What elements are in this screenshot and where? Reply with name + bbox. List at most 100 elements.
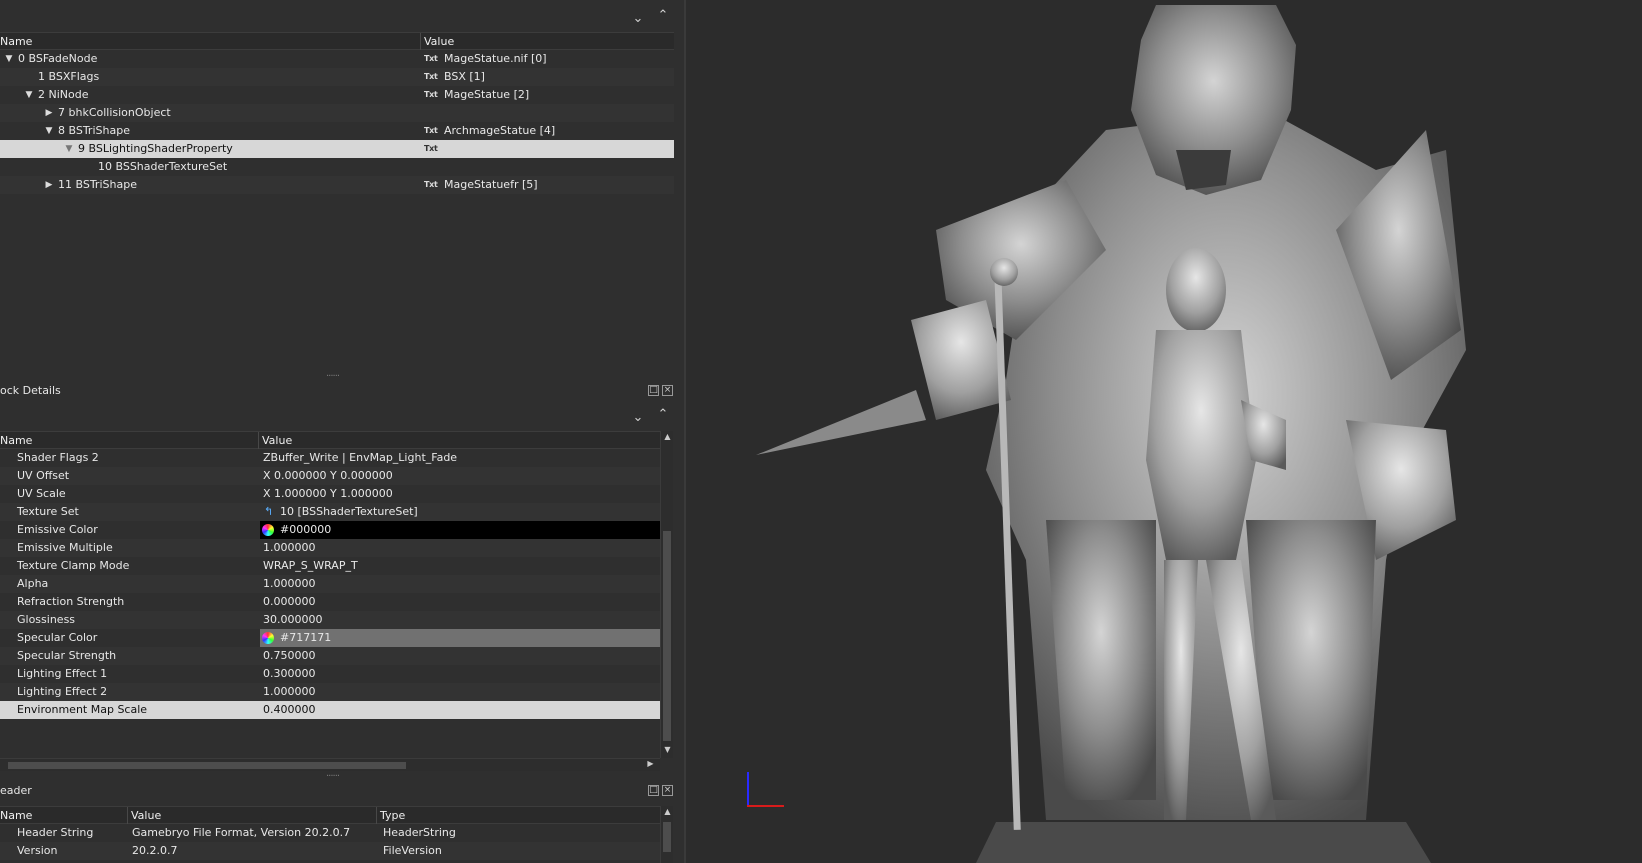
collapsed-arrow-icon[interactable]: ▶ — [44, 104, 54, 122]
expanded-arrow-icon[interactable]: ▼ — [44, 122, 54, 140]
tree-row-value: MageStatue [2] — [444, 88, 530, 101]
detail-row-name: Specular Color — [17, 631, 98, 644]
detail-row[interactable]: Alpha 1.000000 — [0, 575, 660, 593]
scroll-down-icon[interactable]: ▼ — [661, 745, 674, 754]
column-name[interactable]: Name — [0, 809, 32, 822]
detail-row-value[interactable]: #000000 — [280, 521, 331, 539]
tree-row[interactable]: ▼ 8 BSTriShape Txt ArchmageStatue [4] — [0, 122, 674, 140]
column-name[interactable]: Name — [0, 35, 32, 48]
axis-y-indicator — [747, 772, 749, 807]
header-row-value[interactable]: Gamebryo File Format, Version 20.2.0.7 — [132, 824, 350, 842]
expanded-arrow-icon[interactable]: ▼ — [64, 140, 74, 158]
tree-row[interactable]: ▶ 7 bhkCollisionObject — [0, 104, 674, 122]
tree-row-value: MageStatuefr [5] — [444, 178, 538, 191]
header-vertical-scrollbar[interactable]: ▲ — [660, 806, 673, 863]
scroll-thumb[interactable] — [663, 822, 671, 852]
color-wheel-icon[interactable] — [262, 632, 274, 644]
detail-row-value[interactable]: 1.000000 — [263, 575, 316, 593]
tree-row-name: 1 BSXFlags — [38, 70, 100, 83]
block-details-title: ock Details — [0, 384, 61, 397]
detail-row[interactable]: UV Scale X 1.000000 Y 1.000000 — [0, 485, 660, 503]
details-vertical-scrollbar[interactable]: ▲ ▼ — [660, 431, 673, 758]
detail-row-name: Glossiness — [17, 613, 76, 626]
detail-row-value[interactable]: 10 [BSShaderTextureSet] — [280, 503, 418, 521]
header-panel-title: eader — [0, 784, 32, 797]
tree-row-name: 0 BSFadeNode — [18, 52, 98, 65]
expanded-arrow-icon[interactable]: ▼ — [24, 86, 34, 104]
scroll-thumb[interactable] — [663, 531, 671, 741]
detail-row[interactable]: Lighting Effect 1 0.300000 — [0, 665, 660, 683]
tree-row[interactable]: 1 BSXFlags Txt BSX [1] — [0, 68, 674, 86]
tree-row[interactable]: ▼ 0 BSFadeNode Txt MageStatue.nif [0] — [0, 50, 674, 68]
splitter-grip[interactable]: ...... — [326, 768, 340, 779]
detail-row-value[interactable]: 1.000000 — [263, 539, 316, 557]
detail-row-name: Emissive Multiple — [17, 541, 113, 554]
expand-up-icon[interactable]: ⌃ — [656, 9, 670, 23]
detail-row-value[interactable]: 1.000000 — [263, 683, 316, 701]
link-icon[interactable]: ↰ — [264, 503, 273, 521]
float-panel-icon[interactable]: □ — [648, 785, 659, 796]
detail-row-value[interactable]: 0.000000 — [263, 593, 316, 611]
scroll-up-icon[interactable]: ▲ — [661, 807, 674, 816]
detail-row-name: Texture Set — [17, 505, 79, 518]
expand-up-icon[interactable]: ⌃ — [656, 408, 670, 422]
axis-x-indicator — [747, 805, 784, 807]
detail-row-value[interactable]: WRAP_S_WRAP_T — [263, 557, 358, 575]
column-value[interactable]: Value — [424, 35, 454, 48]
close-panel-icon[interactable]: × — [662, 385, 673, 396]
scroll-right-icon[interactable]: ▶ — [644, 759, 657, 768]
block-details-header: Name Value — [0, 431, 660, 449]
text-type-icon: Txt — [424, 126, 438, 135]
column-value[interactable]: Value — [262, 434, 292, 447]
render-viewport[interactable] — [686, 0, 1642, 863]
text-type-icon: Txt — [424, 180, 438, 189]
header-row-value[interactable]: 20.2.0.7 — [132, 842, 177, 860]
detail-row[interactable]: Texture Clamp Mode WRAP_S_WRAP_T — [0, 557, 660, 575]
expanded-arrow-icon[interactable]: ▼ — [4, 50, 14, 68]
tree-row[interactable]: 10 BSShaderTextureSet — [0, 158, 674, 176]
detail-row[interactable]: Emissive Color #000000 — [0, 521, 660, 539]
collapse-all-icon[interactable]: ⌄ — [631, 12, 645, 26]
detail-row[interactable]: Shader Flags 2 ZBuffer_Write | EnvMap_Lig… — [0, 449, 660, 467]
tree-row[interactable]: ▼ 2 NiNode Txt MageStatue [2] — [0, 86, 674, 104]
column-value[interactable]: Value — [131, 809, 161, 822]
color-wheel-icon[interactable] — [262, 524, 274, 536]
detail-row[interactable]: Specular Color #717171 — [0, 629, 660, 647]
detail-row[interactable]: ↰ Texture Set 10 [BSShaderTextureSet] — [0, 503, 660, 521]
tree-row-name: 9 BSLightingShaderProperty — [78, 142, 233, 155]
detail-row[interactable]: Refraction Strength 0.000000 — [0, 593, 660, 611]
text-type-icon: Txt — [424, 144, 438, 153]
detail-row-value[interactable]: 30.000000 — [263, 611, 323, 629]
collapse-all-icon[interactable]: ⌄ — [631, 411, 645, 425]
detail-row-value[interactable]: ZBuffer_Write | EnvMap_Light_Fade — [263, 449, 457, 467]
scroll-up-icon[interactable]: ▲ — [661, 432, 674, 441]
detail-row[interactable]: Glossiness 30.000000 — [0, 611, 660, 629]
header-row[interactable]: Version 20.2.0.7 FileVersion — [0, 842, 660, 860]
header-row[interactable]: Header String Gamebryo File Format, Versi… — [0, 824, 660, 842]
detail-row-value[interactable]: 0.750000 — [263, 647, 316, 665]
detail-row-value[interactable]: 0.400000 — [263, 701, 316, 719]
float-panel-icon[interactable]: □ — [648, 385, 659, 396]
detail-row-value[interactable]: X 1.000000 Y 1.000000 — [263, 485, 393, 503]
detail-row-value[interactable]: #717171 — [280, 629, 331, 647]
detail-row[interactable]: Emissive Multiple 1.000000 — [0, 539, 660, 557]
splitter-grip[interactable]: ...... — [326, 368, 340, 379]
detail-row-name: Alpha — [17, 577, 49, 590]
detail-row-value[interactable]: X 0.000000 Y 0.000000 — [263, 467, 393, 485]
close-panel-icon[interactable]: × — [662, 785, 673, 796]
scroll-thumb[interactable] — [8, 762, 406, 769]
tree-row[interactable]: ▶ 11 BSTriShape Txt MageStatuefr [5] — [0, 176, 674, 194]
column-name[interactable]: Name — [0, 434, 32, 447]
collapsed-arrow-icon[interactable]: ▶ — [44, 176, 54, 194]
detail-row[interactable]: UV Offset X 0.000000 Y 0.000000 — [0, 467, 660, 485]
tree-row-value: MageStatue.nif [0] — [444, 52, 547, 65]
detail-row[interactable]: Lighting Effect 2 1.000000 — [0, 683, 660, 701]
detail-row[interactable]: Specular Strength 0.750000 — [0, 647, 660, 665]
column-type[interactable]: Type — [380, 809, 405, 822]
statue-model — [756, 5, 1466, 863]
nif-list-toolbar: ⌄ ⌃ — [0, 0, 684, 28]
tree-row[interactable]: ▼ 9 BSLightingShaderProperty Txt — [0, 140, 674, 158]
detail-row-name: Specular Strength — [17, 649, 117, 662]
detail-row[interactable]: Environment Map Scale 0.400000 — [0, 701, 660, 719]
detail-row-value[interactable]: 0.300000 — [263, 665, 316, 683]
